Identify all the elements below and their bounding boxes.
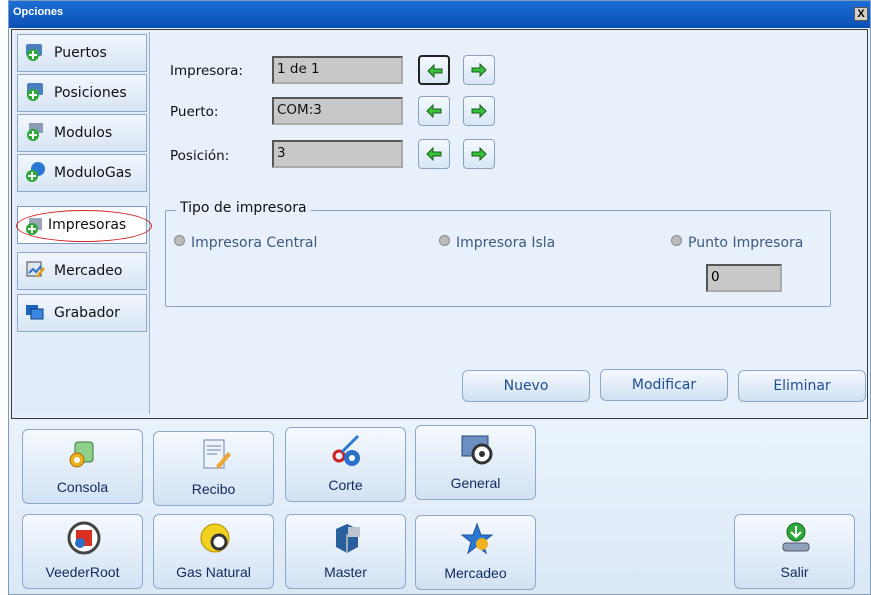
master-button[interactable]: Master xyxy=(285,514,406,589)
sidebar-item-label: Impresoras xyxy=(48,217,127,233)
radio-label: Impresora Isla xyxy=(456,235,556,251)
arrow-left-icon xyxy=(426,104,442,118)
modificar-button[interactable]: Modificar xyxy=(600,369,728,401)
salir-button[interactable]: Salir xyxy=(734,514,855,589)
consola-button[interactable]: Consola xyxy=(22,429,143,504)
sidebar-item-label: Posiciones xyxy=(54,85,127,101)
sidebar-item-label: Grabador xyxy=(54,305,120,321)
ports-icon xyxy=(26,44,42,61)
radio-dot xyxy=(439,235,450,246)
modules-icon xyxy=(27,123,43,141)
nuevo-button[interactable]: Nuevo xyxy=(462,370,590,402)
marketing-icon xyxy=(26,261,45,278)
master-cube-icon xyxy=(336,524,360,553)
recibo-button[interactable]: Recibo xyxy=(153,431,274,506)
options-window: Opciones X Puertos Posiciones Modulos Mo… xyxy=(8,0,871,595)
radio-punto-impresora[interactable]: Punto Impresora xyxy=(671,235,803,251)
printer-icon xyxy=(26,218,42,235)
puerto-next-button[interactable] xyxy=(463,96,495,126)
scissors-icon xyxy=(332,434,360,466)
toolbar-label: Gas Natural xyxy=(176,564,251,580)
impresora-label: Impresora: xyxy=(170,63,243,79)
sidebar-item-modulogas[interactable]: ModuloGas xyxy=(17,154,147,192)
impresora-field[interactable]: 1 de 1 xyxy=(272,56,403,84)
settings-icon xyxy=(461,435,493,465)
posicion-next-button[interactable] xyxy=(463,139,495,169)
close-button[interactable]: X xyxy=(854,7,868,21)
printer-type-legend: Tipo de impresora xyxy=(176,200,311,216)
impresora-next-button[interactable] xyxy=(463,55,495,85)
veederroot-icon xyxy=(67,521,101,555)
posicion-field[interactable]: 3 xyxy=(272,140,403,168)
puerto-prev-button[interactable] xyxy=(418,96,450,126)
gas-natural-button[interactable]: Gas Natural xyxy=(153,514,274,589)
punto-impresora-field[interactable]: 0 xyxy=(706,264,782,292)
radio-label: Punto Impresora xyxy=(688,235,804,251)
radio-impresora-central[interactable]: Impresora Central xyxy=(174,235,317,251)
printer-type-group: Tipo de impresora Impresora Central Impr… xyxy=(165,200,831,307)
sidebar-item-mercadeo[interactable]: Mercadeo xyxy=(17,252,147,290)
window-title: Opciones xyxy=(13,6,64,18)
toolbar-label: VeederRoot xyxy=(45,564,120,580)
sidebar: Puertos Posiciones Modulos ModuloGas Imp… xyxy=(14,32,152,414)
recorder-icon xyxy=(26,305,44,320)
gas-cloud-icon xyxy=(200,523,230,553)
corte-button[interactable]: Corte xyxy=(285,427,406,502)
sidebar-item-label: Puertos xyxy=(54,45,107,61)
exit-icon xyxy=(782,522,810,552)
arrow-right-icon xyxy=(471,147,487,161)
toolbar-label: Salir xyxy=(780,564,809,580)
veederroot-button[interactable]: VeederRoot xyxy=(22,514,143,589)
console-icon xyxy=(69,441,94,468)
arrow-right-icon xyxy=(471,104,487,118)
radio-dot xyxy=(671,235,682,246)
sidebar-item-grabador[interactable]: Grabador xyxy=(17,294,147,332)
impresora-prev-button[interactable] xyxy=(418,55,450,85)
printer-settings: Impresora: 1 de 1 Puerto: COM:3 Posición… xyxy=(152,30,867,418)
toolbar-label: Mercadeo xyxy=(444,565,507,581)
toolbar-label: General xyxy=(450,475,501,491)
sidebar-item-label: Modulos xyxy=(54,125,113,141)
radio-impresora-isla[interactable]: Impresora Isla xyxy=(439,235,555,251)
sidebar-item-puertos[interactable]: Puertos xyxy=(17,34,147,72)
puerto-field[interactable]: COM:3 xyxy=(272,97,403,125)
arrow-left-icon xyxy=(427,64,443,78)
mercadeo-button[interactable]: Mercadeo xyxy=(415,515,536,590)
puerto-label: Puerto: xyxy=(170,104,219,120)
sidebar-item-label: ModuloGas xyxy=(54,165,132,181)
radio-dot xyxy=(174,235,185,246)
module-toolbar: Consola Recibo Corte General VeederRoot … xyxy=(9,419,870,594)
posicion-label: Posición: xyxy=(170,148,230,164)
star-icon xyxy=(460,522,494,555)
options-panel: Puertos Posiciones Modulos ModuloGas Imp… xyxy=(11,29,868,419)
sidebar-item-label: Mercadeo xyxy=(54,263,123,279)
eliminar-button[interactable]: Eliminar xyxy=(738,370,866,402)
toolbar-label: Consola xyxy=(56,479,109,495)
radio-label: Impresora Central xyxy=(191,235,318,251)
sidebar-item-impresoras[interactable]: Impresoras xyxy=(16,206,152,244)
arrow-left-icon xyxy=(426,147,442,161)
toolbar-label: Recibo xyxy=(191,481,236,497)
gas-module-icon xyxy=(26,162,45,182)
toolbar-label: Master xyxy=(324,564,367,580)
arrow-right-icon xyxy=(471,63,487,77)
toolbar-label: Corte xyxy=(328,477,363,493)
title-bar: Opciones X xyxy=(9,1,870,28)
general-button[interactable]: General xyxy=(415,425,536,500)
receipt-icon xyxy=(203,439,231,469)
sidebar-item-modulos[interactable]: Modulos xyxy=(17,114,147,152)
positions-icon xyxy=(27,83,43,101)
sidebar-item-posiciones[interactable]: Posiciones xyxy=(17,74,147,112)
posicion-prev-button[interactable] xyxy=(418,139,450,169)
